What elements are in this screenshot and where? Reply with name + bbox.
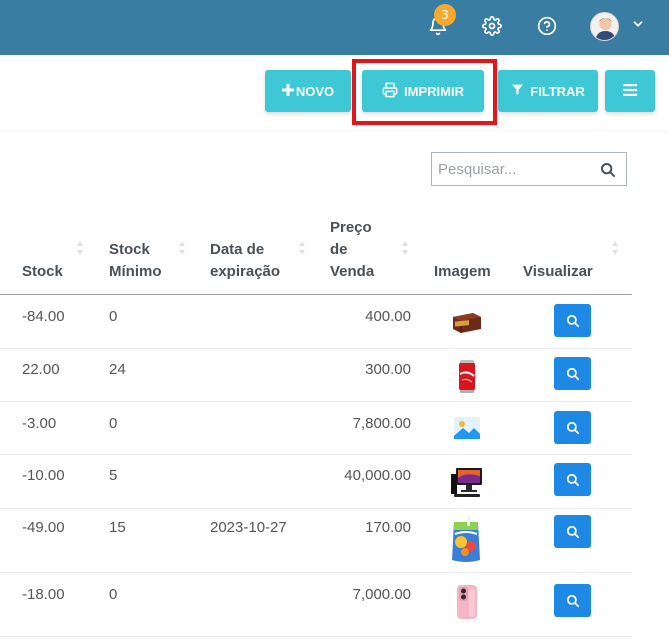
row-divider — [0, 636, 632, 637]
cell-preco-venda: 7,000.00 — [352, 586, 411, 603]
view-button[interactable] — [554, 304, 591, 337]
row-divider — [0, 508, 632, 509]
header-imagem[interactable]: Imagem — [434, 261, 491, 283]
help-icon[interactable] — [534, 13, 560, 39]
sort-arrows-icon[interactable] — [611, 240, 619, 256]
search-icon — [566, 421, 579, 434]
chevron-down-icon[interactable] — [631, 17, 645, 31]
top-navbar: 3 — [0, 0, 669, 55]
phone-image — [450, 582, 484, 622]
chocolate-box-image — [450, 302, 484, 342]
cell-stock-minimo: 0 — [109, 586, 118, 603]
search-icon — [566, 525, 579, 538]
action-toolbar: NOVO IMPRIMIR FILTRAR — [0, 55, 669, 130]
filtrar-button[interactable]: FILTRAR — [498, 70, 598, 112]
search-input[interactable] — [432, 153, 592, 185]
view-button[interactable] — [554, 584, 591, 617]
search-icon — [566, 367, 579, 380]
sort-arrows-icon[interactable] — [76, 240, 84, 256]
table-header-divider — [0, 294, 632, 295]
cell-data-expiracao: 2023-10-27 — [210, 519, 287, 536]
cell-stock-minimo: 24 — [109, 361, 126, 378]
cell-stock: 22.00 — [22, 361, 60, 378]
header-preco-venda-line3[interactable]: Venda — [330, 261, 374, 283]
header-stock-minimo-line1[interactable]: Stock — [109, 239, 150, 261]
printer-icon — [382, 82, 398, 101]
cell-stock: -84.00 — [22, 308, 65, 325]
filtrar-button-label: FILTRAR — [530, 83, 585, 99]
hamburger-icon — [623, 83, 637, 99]
search-icon[interactable] — [600, 162, 616, 178]
row-divider — [0, 401, 632, 402]
header-stock-minimo-line2[interactable]: Mínimo — [109, 261, 162, 283]
view-button[interactable] — [554, 357, 591, 390]
computer-image — [450, 462, 484, 502]
header-data-expiracao-line1[interactable]: Data de — [210, 239, 264, 261]
row-divider — [0, 572, 632, 573]
cell-stock: -49.00 — [22, 519, 65, 536]
header-preco-venda-line2[interactable]: de — [330, 239, 348, 261]
search-icon — [566, 314, 579, 327]
cell-preco-venda: 40,000.00 — [344, 467, 411, 484]
imprimir-button[interactable]: IMPRIMIR — [362, 70, 484, 112]
cell-stock-minimo: 0 — [109, 415, 118, 432]
header-visualizar[interactable]: Visualizar — [523, 261, 593, 283]
gear-icon[interactable] — [479, 13, 505, 39]
view-button[interactable] — [554, 463, 591, 496]
row-divider — [0, 348, 632, 349]
cell-stock-minimo: 5 — [109, 467, 118, 484]
cell-stock: -18.00 — [22, 586, 65, 603]
search-icon — [566, 473, 579, 486]
cell-stock: -10.00 — [22, 467, 65, 484]
novo-button[interactable]: NOVO — [265, 70, 351, 112]
cell-preco-venda: 300.00 — [365, 361, 411, 378]
view-button[interactable] — [554, 515, 591, 548]
view-button[interactable] — [554, 411, 591, 444]
avatar[interactable] — [590, 12, 619, 41]
menu-button[interactable] — [605, 70, 655, 112]
search-icon — [566, 594, 579, 607]
sort-arrows-icon[interactable] — [401, 240, 409, 256]
cell-stock: -3.00 — [22, 415, 57, 432]
sort-arrows-icon[interactable] — [178, 240, 186, 256]
soda-can-image — [450, 356, 484, 396]
search-box — [431, 152, 627, 186]
cell-stock-minimo: 0 — [109, 308, 118, 325]
cell-preco-venda: 170.00 — [365, 519, 411, 536]
header-stock[interactable]: Stock — [22, 261, 63, 283]
imprimir-button-label: IMPRIMIR — [404, 83, 464, 99]
header-preco-venda-line1[interactable]: Preço — [330, 217, 372, 239]
novo-button-label: NOVO — [295, 83, 335, 99]
cell-preco-venda: 400.00 — [365, 308, 411, 325]
sort-arrows-icon[interactable] — [298, 240, 306, 256]
cell-stock-minimo: 15 — [109, 519, 126, 536]
image-placeholder-icon — [450, 408, 484, 448]
cell-preco-venda: 7,800.00 — [352, 415, 411, 432]
plus-icon — [281, 83, 294, 99]
notification-badge: 3 — [434, 4, 456, 26]
juice-pouch-image — [449, 515, 483, 565]
row-divider — [0, 454, 632, 455]
filter-icon — [511, 83, 524, 99]
header-data-expiracao-line2[interactable]: expiração — [210, 261, 280, 283]
